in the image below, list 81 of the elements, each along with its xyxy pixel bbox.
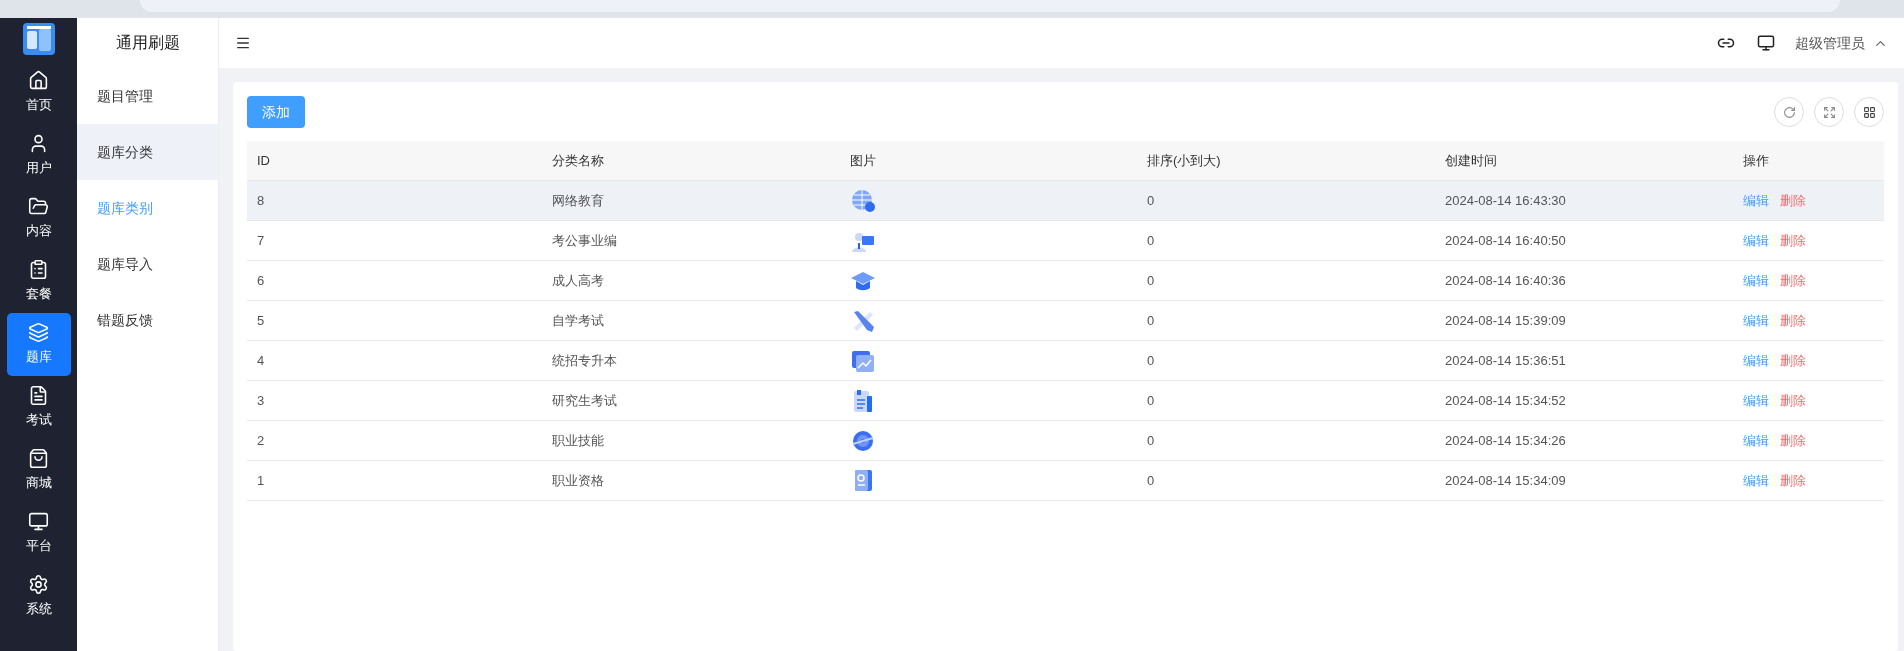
nav-item[interactable]: 商城 bbox=[6, 439, 71, 502]
stack-icon bbox=[28, 322, 49, 344]
monitor-icon bbox=[28, 511, 49, 533]
add-button[interactable]: 添加 bbox=[247, 96, 305, 128]
table-cell: 2024-08-14 16:40:50 bbox=[1445, 232, 1566, 248]
delete-link[interactable]: 删除 bbox=[1780, 270, 1806, 291]
table-cell: 8 bbox=[257, 192, 265, 208]
edit-link[interactable]: 编辑 bbox=[1743, 470, 1769, 491]
nav-item[interactable]: 系统 bbox=[6, 565, 71, 628]
nav-item[interactable]: 用户 bbox=[6, 124, 71, 187]
settings-icon bbox=[28, 574, 49, 596]
delete-link[interactable]: 删除 bbox=[1780, 230, 1806, 251]
table-cell: 3 bbox=[257, 392, 265, 408]
nav-item[interactable]: 考试 bbox=[6, 376, 71, 439]
edit-link[interactable]: 编辑 bbox=[1743, 430, 1769, 451]
monitor-icon[interactable] bbox=[1757, 34, 1775, 52]
table-cell: 0 bbox=[1147, 392, 1155, 408]
table-cell: 0 bbox=[1147, 352, 1155, 368]
submenu-item[interactable]: 题库分类 bbox=[77, 124, 218, 180]
grid-icon bbox=[1862, 105, 1876, 119]
column-header: 操作 bbox=[1743, 152, 1769, 168]
table-cell: 0 bbox=[1147, 432, 1155, 448]
table-cell: 研究生考试 bbox=[552, 392, 617, 408]
delete-link[interactable]: 删除 bbox=[1780, 350, 1806, 371]
table-cell: 7 bbox=[257, 232, 265, 248]
table-cell: 成人高考 bbox=[552, 272, 604, 288]
edit-link[interactable]: 编辑 bbox=[1743, 230, 1769, 251]
table-cell: 2024-08-14 16:40:36 bbox=[1445, 272, 1566, 288]
table-cell: 自学考试 bbox=[552, 312, 604, 328]
column-header: 分类名称 bbox=[552, 152, 604, 168]
table-cell: 0 bbox=[1147, 192, 1155, 208]
column-header: ID bbox=[257, 152, 270, 168]
table-cell: 网络教育 bbox=[552, 192, 604, 208]
table-cell: 职业技能 bbox=[552, 432, 604, 448]
table-cell: 4 bbox=[257, 352, 265, 368]
expand-icon bbox=[1822, 105, 1836, 119]
column-header: 排序(小到大) bbox=[1147, 152, 1221, 168]
nav-item[interactable]: 内容 bbox=[6, 187, 71, 250]
delete-link[interactable]: 删除 bbox=[1780, 390, 1806, 411]
table-cell: 2024-08-14 15:34:09 bbox=[1445, 472, 1566, 488]
edit-link[interactable]: 编辑 bbox=[1743, 190, 1769, 211]
delete-link[interactable]: 删除 bbox=[1780, 430, 1806, 451]
table-cell: 5 bbox=[257, 312, 265, 328]
table-cell: 6 bbox=[257, 272, 265, 288]
table-cell: 统招专升本 bbox=[552, 352, 617, 368]
app-logo bbox=[22, 23, 55, 55]
nav-item[interactable]: 套餐 bbox=[6, 250, 71, 313]
table-cell: 2 bbox=[257, 432, 265, 448]
nav-item[interactable]: 首页 bbox=[6, 61, 71, 124]
column-header: 图片 bbox=[850, 152, 876, 168]
table-cell: 0 bbox=[1147, 472, 1155, 488]
menu-icon[interactable] bbox=[235, 35, 251, 51]
nav-item[interactable]: 题库 bbox=[6, 313, 71, 376]
table-cell: 2024-08-14 15:34:26 bbox=[1445, 432, 1566, 448]
table-cell: 2024-08-14 15:39:09 bbox=[1445, 312, 1566, 328]
home-icon bbox=[28, 70, 49, 92]
delete-link[interactable]: 删除 bbox=[1780, 310, 1806, 331]
user-name[interactable]: 超级管理员 bbox=[1795, 32, 1865, 54]
table-cell: 2024-08-14 16:43:30 bbox=[1445, 192, 1566, 208]
table-cell: 0 bbox=[1147, 312, 1155, 328]
edit-link[interactable]: 编辑 bbox=[1743, 270, 1769, 291]
refresh-icon bbox=[1782, 105, 1796, 119]
column-header: 创建时间 bbox=[1445, 152, 1497, 168]
document-icon bbox=[28, 385, 49, 407]
delete-link[interactable]: 删除 bbox=[1780, 190, 1806, 211]
globe-icon bbox=[850, 187, 876, 214]
bag-icon bbox=[28, 448, 49, 470]
delete-link[interactable]: 删除 bbox=[1780, 470, 1806, 491]
table-cell: 2024-08-14 15:36:51 bbox=[1445, 352, 1566, 368]
table-cell: 0 bbox=[1147, 232, 1155, 248]
table-cell: 2024-08-14 15:34:52 bbox=[1445, 392, 1566, 408]
edit-link[interactable]: 编辑 bbox=[1743, 310, 1769, 331]
clipboard-icon bbox=[28, 259, 49, 281]
table-cell: 考公事业编 bbox=[552, 232, 617, 248]
edit-link[interactable]: 编辑 bbox=[1743, 390, 1769, 411]
table-cell: 1 bbox=[257, 472, 265, 488]
submenu-title: 通用刷题 bbox=[114, 33, 181, 53]
nav-item[interactable]: 平台 bbox=[6, 502, 71, 565]
table-cell: 0 bbox=[1147, 272, 1155, 288]
edit-link[interactable]: 编辑 bbox=[1743, 350, 1769, 371]
table-cell: 职业资格 bbox=[552, 472, 604, 488]
